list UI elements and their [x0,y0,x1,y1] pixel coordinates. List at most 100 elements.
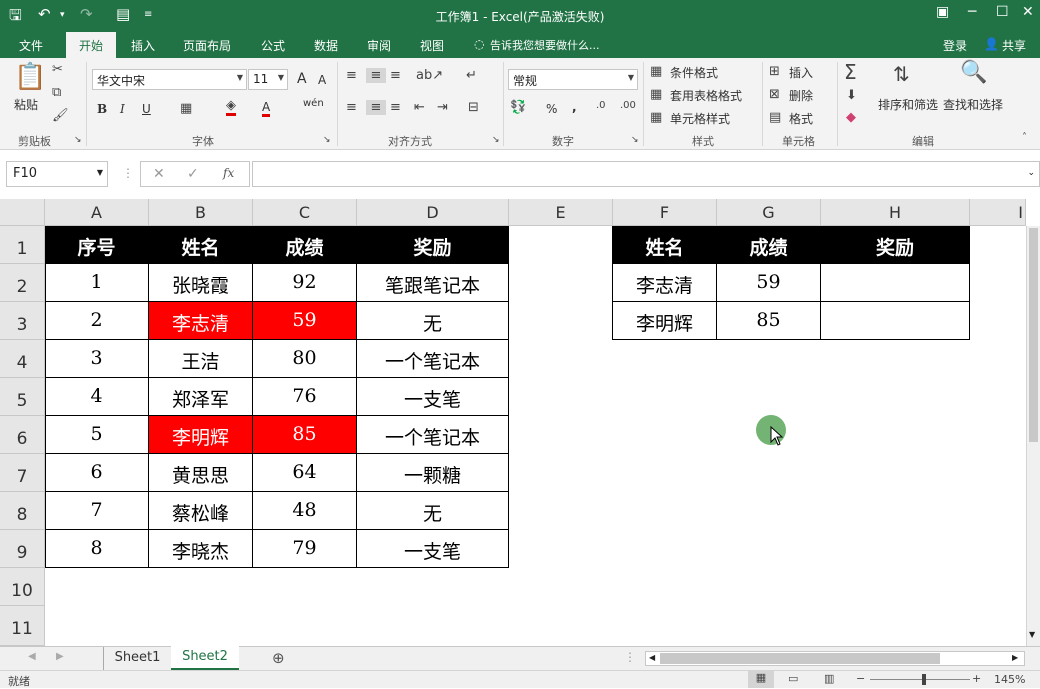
column-header-e[interactable]: E [509,199,613,226]
conditional-format-button[interactable]: 条件格式 [670,64,718,81]
tab-insert[interactable]: 插入 [131,37,155,54]
vertical-scrollbar[interactable]: ▼ [1026,226,1040,646]
paste-icon[interactable]: 📋 [14,62,46,92]
clear-icon[interactable]: ◆ [846,110,856,125]
clipboard-launcher-icon[interactable]: ↘ [74,135,82,145]
format-painter-icon[interactable]: 🖌 [52,108,69,123]
row-header-11[interactable]: 11 [0,606,45,646]
split-handle-icon[interactable]: ⋮ [624,650,636,664]
table-cell[interactable]: 一颗糖 [357,454,509,492]
scroll-right-arrow-icon[interactable]: ▶ [1012,653,1018,662]
phonetic-guide-button[interactable]: wén [303,98,324,109]
row-header-9[interactable]: 9 [0,530,45,568]
table-cell[interactable]: 79 [253,530,357,568]
table-cell[interactable]: 8 [45,530,149,568]
borders-icon[interactable]: ▦ [180,101,192,116]
enter-icon[interactable]: ✓ [187,166,199,182]
copy-icon[interactable]: ⧉ [52,85,61,100]
page-break-view-icon[interactable]: ▥ [824,672,834,685]
horizontal-scroll-thumb[interactable] [660,653,940,664]
zoom-level[interactable]: 145% [994,673,1025,686]
row-header-5[interactable]: 5 [0,378,45,416]
highlighted-cell[interactable]: 85 [253,416,357,454]
column-header-h[interactable]: H [821,199,970,226]
column-header-f[interactable]: F [613,199,717,226]
tell-me-box[interactable]: 告诉我您想要做什么... [490,37,600,53]
align-middle-icon[interactable]: ≡ [366,68,386,83]
alignment-launcher-icon[interactable]: ↘ [492,135,500,145]
scroll-right-icon[interactable]: ▶ [56,651,64,662]
align-left-icon[interactable]: ≡ [346,100,357,115]
name-box[interactable]: F10 ▼ [6,161,108,187]
tab-page-layout[interactable]: 页面布局 [183,37,231,54]
table-cell[interactable]: 无 [357,302,509,340]
delete-cells-button[interactable]: 删除 [789,87,813,104]
lookup-header-cell[interactable]: 姓名 [613,226,717,264]
percent-style-button[interactable]: % [546,102,557,116]
add-sheet-icon[interactable]: ⊕ [272,649,285,667]
row-header-7[interactable]: 7 [0,454,45,492]
grow-font-button[interactable]: A [297,71,307,87]
table-cell[interactable]: 4 [45,378,149,416]
table-cell[interactable]: 张晓霞 [149,264,253,302]
fill-icon[interactable]: ⬇ [846,88,857,103]
underline-button[interactable]: U [142,102,151,116]
increase-indent-icon[interactable]: ⇥ [437,100,448,115]
table-cell[interactable]: 笔跟笔记本 [357,264,509,302]
table-cell[interactable]: 黄思思 [149,454,253,492]
row-header-10[interactable]: 10 [0,568,45,606]
number-format-select[interactable]: 常规 ▼ [508,69,638,90]
tab-review[interactable]: 审阅 [367,37,391,54]
zoom-in-icon[interactable]: + [972,672,981,685]
tab-formulas[interactable]: 公式 [261,37,285,54]
sheet-tab-sheet1[interactable]: Sheet1 [103,647,171,671]
table-cell[interactable]: 李晓杰 [149,530,253,568]
align-bottom-icon[interactable]: ≡ [390,68,401,83]
find-select-icon[interactable]: 🔍 [960,60,987,85]
table-header-cell[interactable]: 成绩 [253,226,357,264]
table-header-cell[interactable]: 姓名 [149,226,253,264]
table-cell[interactable]: 6 [45,454,149,492]
table-cell[interactable]: 5 [45,416,149,454]
wrap-text-icon[interactable]: ↵ [466,68,477,83]
find-select-button[interactable]: 查找和选择 [943,96,1003,113]
bold-button[interactable]: B [97,102,107,116]
table-header-cell[interactable]: 序号 [45,226,149,264]
zoom-slider-thumb[interactable] [922,674,926,685]
table-cell[interactable]: 2 [45,302,149,340]
expand-formula-icon[interactable]: ⌄ [1027,168,1035,178]
column-header-i[interactable]: I [970,199,1026,226]
table-cell[interactable]: 80 [253,340,357,378]
shrink-font-button[interactable]: A [318,73,326,87]
orientation-icon[interactable]: ab↗ [416,68,443,83]
table-cell[interactable]: 一支笔 [357,530,509,568]
row-header-2[interactable]: 2 [0,264,45,302]
merge-center-icon[interactable]: ⊟ [468,100,479,115]
column-header-g[interactable]: G [717,199,821,226]
tab-file[interactable]: 文件 [19,37,43,54]
formula-input[interactable]: ⌄ [252,161,1040,187]
row-header-4[interactable]: 4 [0,340,45,378]
table-header-cell[interactable]: 奖励 [357,226,509,264]
table-cell[interactable]: 无 [357,492,509,530]
table-cell[interactable]: 蔡松峰 [149,492,253,530]
lookup-header-cell[interactable]: 成绩 [717,226,821,264]
lookup-cell[interactable]: 85 [717,302,821,340]
cut-icon[interactable]: ✂ [52,62,63,77]
insert-cells-button[interactable]: 插入 [789,64,813,81]
increase-decimal-icon[interactable]: .0 [596,100,606,111]
align-center-icon[interactable]: ≡ [366,100,386,115]
table-cell[interactable]: 王洁 [149,340,253,378]
font-launcher-icon[interactable]: ↘ [323,135,331,145]
scroll-left-arrow-icon[interactable]: ◀ [649,653,655,662]
collapse-ribbon-icon[interactable]: ˄ [1022,132,1027,143]
table-cell[interactable]: 48 [253,492,357,530]
table-cell[interactable]: 7 [45,492,149,530]
fill-color-icon[interactable]: ◈ [226,99,236,116]
sheet-tab-sheet2[interactable]: Sheet2 [171,646,239,670]
tab-view[interactable]: 视图 [420,37,444,54]
table-cell[interactable]: 1 [45,264,149,302]
highlighted-cell[interactable]: 李明辉 [149,416,253,454]
table-cell[interactable]: 一个笔记本 [357,340,509,378]
table-cell[interactable]: 76 [253,378,357,416]
